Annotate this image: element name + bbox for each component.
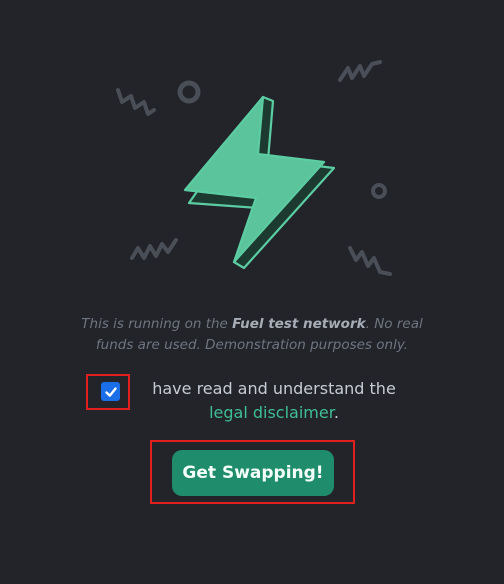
ring-large-decoration xyxy=(177,80,201,104)
get-swapping-button[interactable]: Get Swapping! xyxy=(172,450,334,496)
disclaimer-checkbox[interactable] xyxy=(101,382,120,401)
notice-prefix: This is running on the xyxy=(81,316,233,332)
lightning-bolt-icon xyxy=(183,95,336,270)
check-icon xyxy=(104,386,117,397)
legal-disclaimer-link[interactable]: legal disclaimer xyxy=(209,403,334,422)
welcome-illustration xyxy=(116,60,392,276)
disclaimer-label: have read and understand the legal discl… xyxy=(138,377,410,425)
disclaimer-text: have read and understand the xyxy=(152,379,396,398)
test-network-notice: This is running on the Fuel test network… xyxy=(70,314,434,356)
squiggle-top-left-decoration xyxy=(116,88,156,116)
squiggle-top-right-decoration xyxy=(338,60,382,82)
network-name: Fuel test network xyxy=(232,316,366,332)
squiggle-bottom-right-decoration xyxy=(348,246,392,276)
ring-small-decoration xyxy=(371,183,387,199)
squiggle-bottom-left-decoration xyxy=(130,238,178,260)
disclaimer-agreement-row: have read and understand the legal discl… xyxy=(86,374,426,424)
disclaimer-period: . xyxy=(333,403,339,422)
